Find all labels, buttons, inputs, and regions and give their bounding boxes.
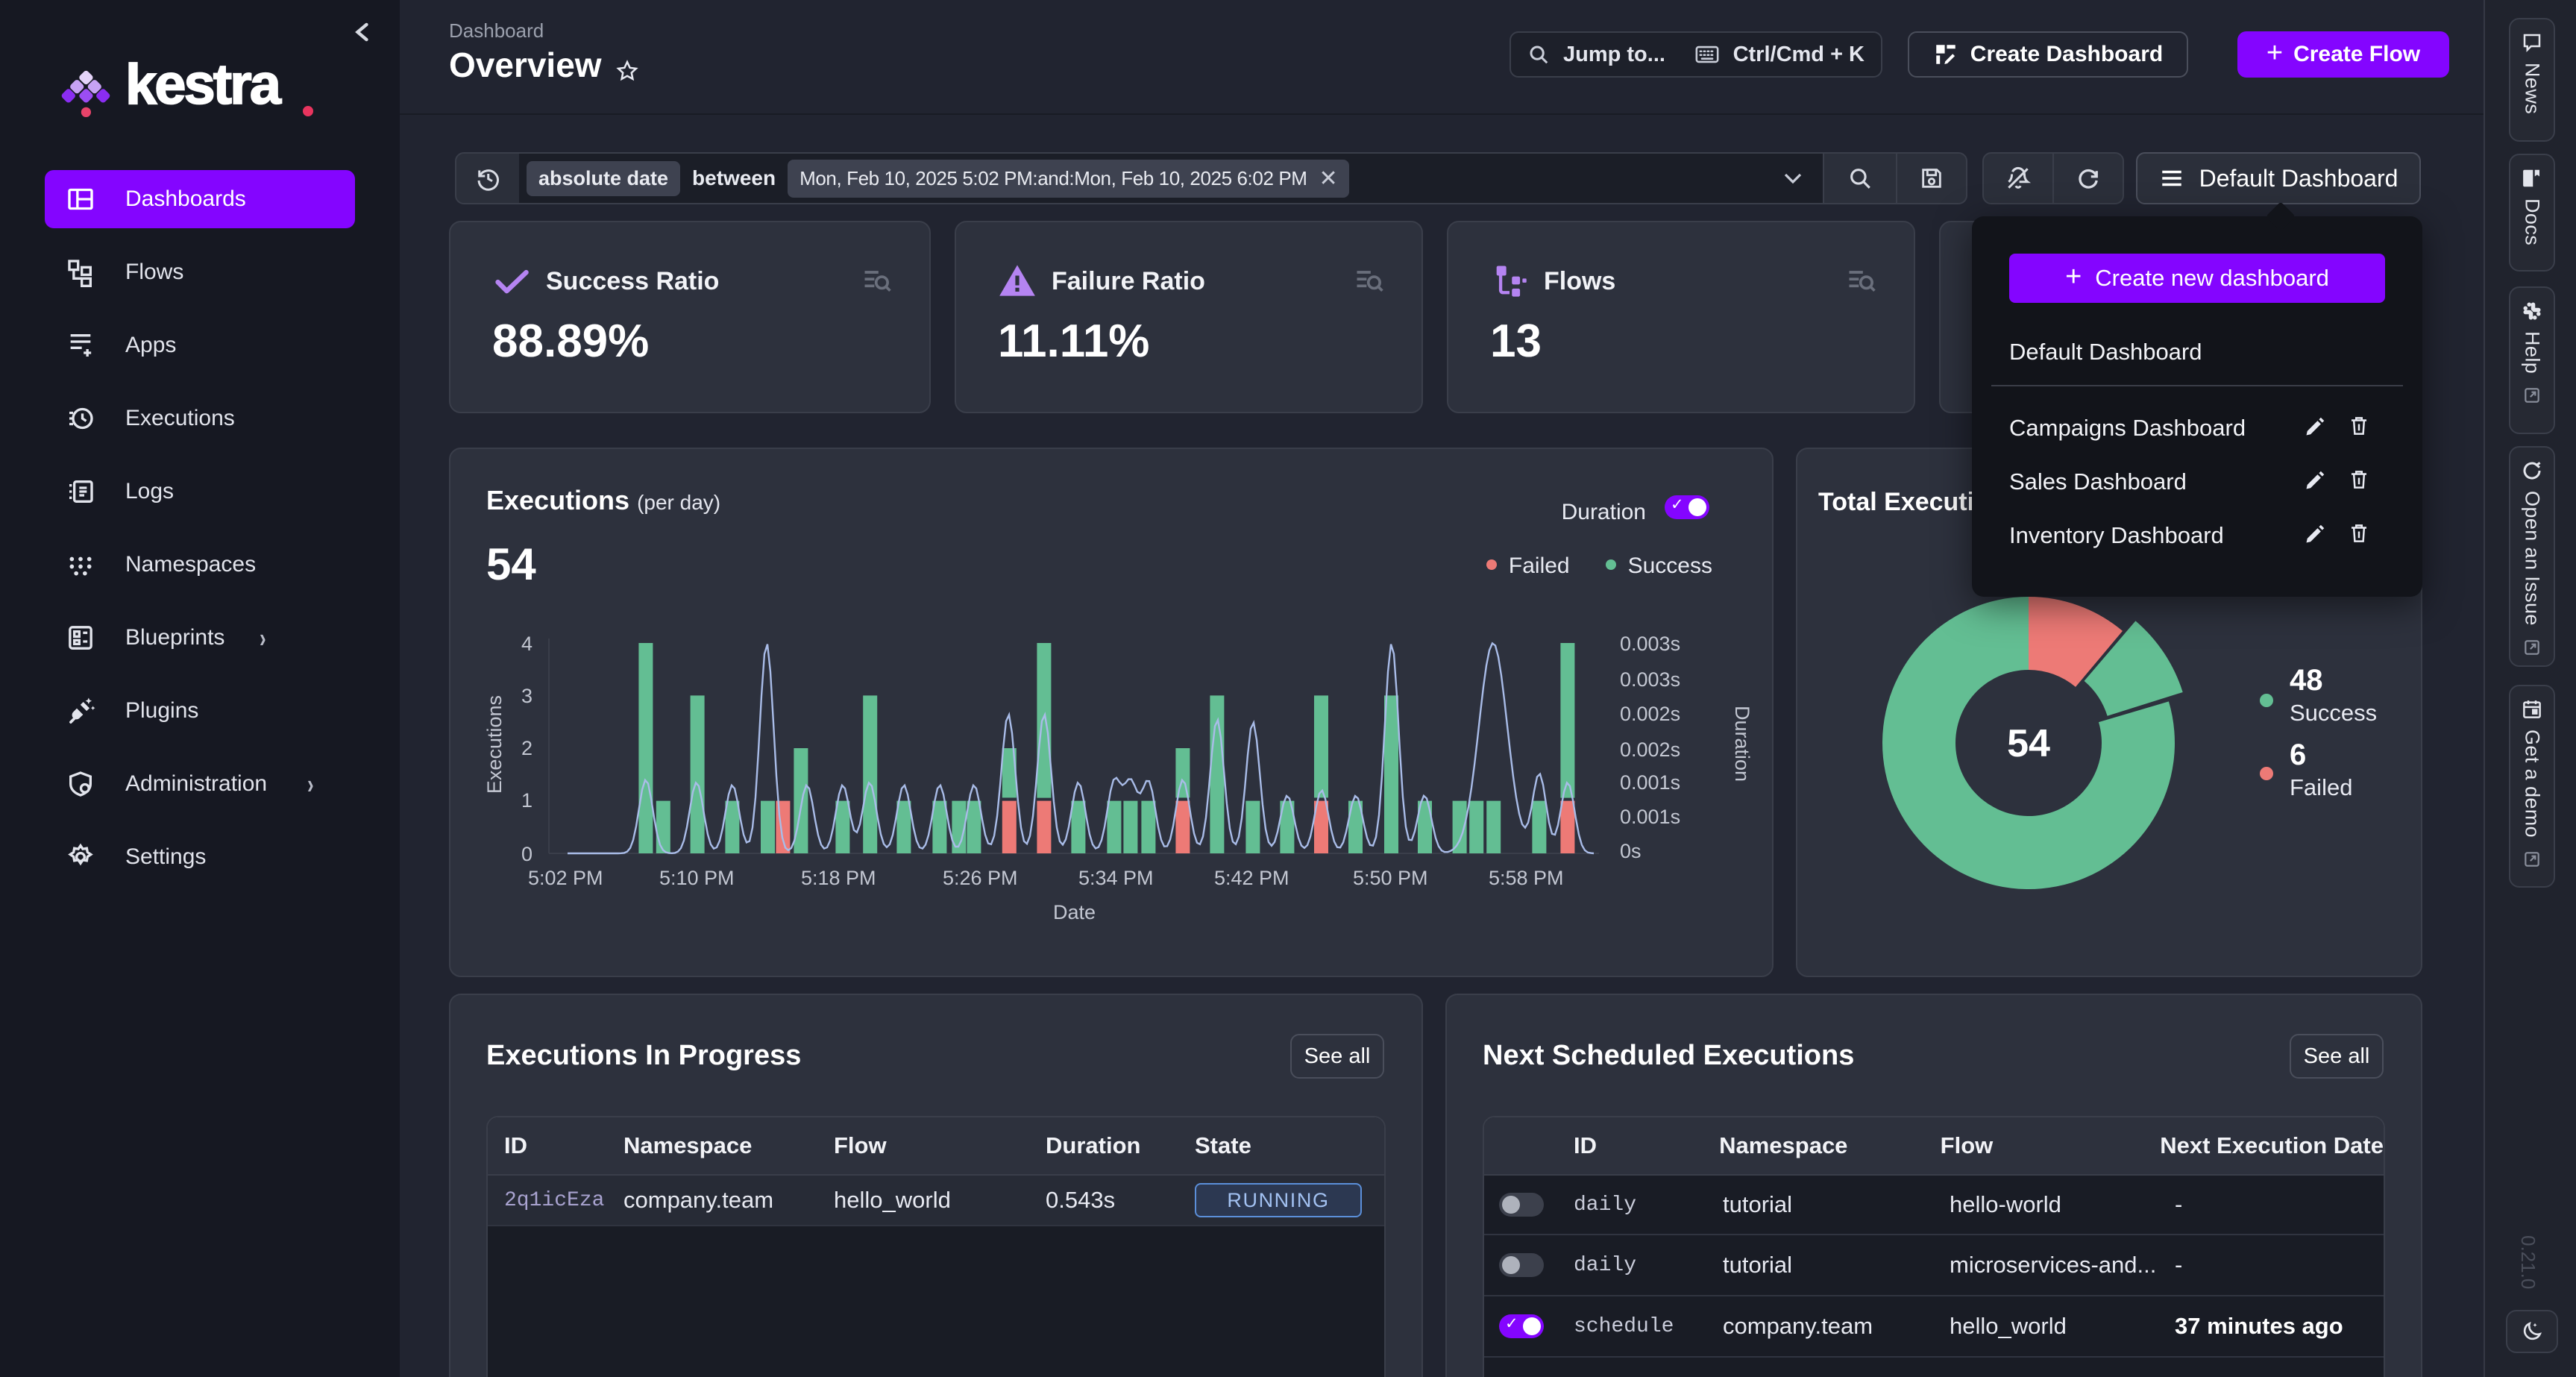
svg-text:54: 54 [2007, 722, 2050, 765]
